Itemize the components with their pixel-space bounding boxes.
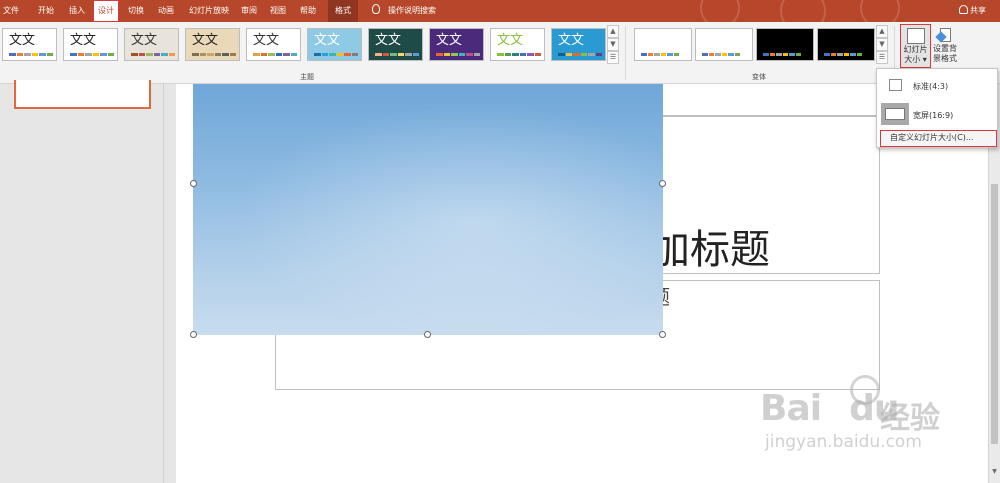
theme-color-swatches (131, 53, 175, 56)
theme-sample-text: 文文 (497, 33, 524, 48)
format-background-button[interactable]: 设置背 景格式 (931, 24, 959, 68)
menu-tab[interactable]: 文件 (0, 0, 22, 22)
theme-color-swatches (436, 53, 480, 56)
theme-color-swatches (70, 53, 114, 56)
theme-color-swatches (497, 53, 541, 56)
gallery-scroll-up-icon[interactable]: ▲ (607, 25, 619, 38)
tell-me-search[interactable]: 操作说明搜索 (372, 0, 436, 22)
theme-thumbnail[interactable]: 文文 (307, 28, 362, 61)
menu-tab[interactable]: 设计 (93, 0, 119, 22)
person-icon (959, 5, 968, 14)
theme-thumbnail[interactable]: 文文 (246, 28, 301, 61)
slide-size-dropdown: 标准(4:3) 宽屏(16:9) 自定义幻灯片大小(C)... (876, 68, 998, 148)
theme-color-swatches (192, 53, 236, 56)
variants-group-label: 变体 (752, 73, 766, 81)
theme-sample-text: 文文 (9, 33, 36, 48)
theme-thumbnail[interactable]: 文文 (2, 28, 57, 61)
menu-tab[interactable]: 幻灯片放映 (183, 0, 235, 22)
variant-scroll-down-icon[interactable]: ▼ (876, 38, 888, 51)
theme-color-swatches (375, 53, 419, 56)
format-background-label: 设置背 (933, 44, 957, 53)
theme-sample-text: 文文 (558, 33, 585, 48)
scroll-down-icon[interactable]: ▼ (990, 467, 999, 476)
share-button[interactable]: 共享 (959, 0, 986, 22)
gallery-more-icon[interactable]: ☰ (607, 51, 619, 64)
slide-size-label: 幻灯片 (903, 45, 928, 54)
menu-tab[interactable]: 审阅 (236, 0, 262, 22)
menu-tab[interactable]: 插入 (62, 0, 92, 22)
gallery-scroll-down-icon[interactable]: ▼ (607, 38, 619, 51)
scrollbar-thumb[interactable] (991, 184, 998, 444)
slide-size-label-2: 大小 ▾ (904, 55, 927, 64)
theme-sample-text: 文文 (70, 33, 97, 48)
widescreen-ratio-icon (881, 103, 909, 125)
standard-size-option[interactable]: 标准(4:3) (877, 77, 997, 97)
variant-thumbnail[interactable] (756, 28, 814, 61)
title-text: 加标题 (650, 227, 770, 273)
watermark-url: jingyan.baidu.com (765, 432, 922, 452)
variant-more-icon[interactable]: ☰ (876, 51, 888, 64)
resize-handle[interactable] (190, 180, 197, 187)
widescreen-size-option[interactable]: 宽屏(16:9) (877, 103, 997, 127)
theme-thumbnail[interactable]: 文文 (429, 28, 484, 61)
paw-icon (850, 375, 880, 405)
share-label: 共享 (970, 6, 986, 15)
themes-group-label: 主题 (300, 73, 314, 81)
theme-color-swatches (9, 53, 53, 56)
watermark-brand-part1: Bai (760, 388, 822, 429)
variant-thumbnail[interactable] (695, 28, 753, 61)
variant-color-swatches (641, 53, 679, 56)
theme-color-swatches (253, 53, 297, 56)
format-background-icon (935, 27, 953, 43)
variant-color-swatches (824, 53, 862, 56)
theme-thumbnail[interactable]: 文文 (63, 28, 118, 61)
menu-tab[interactable]: 动画 (153, 0, 179, 22)
resize-handle[interactable] (424, 331, 431, 338)
theme-color-swatches (558, 53, 602, 56)
slide-size-icon (906, 28, 925, 44)
slide-size-button[interactable]: 幻灯片 大小 ▾ (900, 24, 931, 68)
variant-scroll-up-icon[interactable]: ▲ (876, 25, 888, 38)
format-background-label-2: 景格式 (933, 54, 957, 63)
slide-thumbnail-pane (0, 80, 164, 483)
theme-thumbnail[interactable]: 文文 (490, 28, 545, 61)
menu-tab[interactable]: 帮助 (295, 0, 321, 22)
custom-slide-size-option[interactable]: 自定义幻灯片大小(C)... (880, 130, 997, 147)
menu-tab[interactable]: 开始 (30, 0, 62, 22)
theme-color-swatches (314, 53, 358, 56)
theme-sample-text: 文文 (192, 33, 219, 48)
variant-color-swatches (763, 53, 801, 56)
menu-bar: 文件 开始 插入 设计 切换 动画 幻灯片放映 审阅 视图 帮助 格式 操作说明搜索 共享 (0, 0, 1000, 34)
group-divider (625, 26, 626, 80)
variant-thumbnail[interactable] (634, 28, 692, 61)
theme-thumbnail[interactable]: 文文 (124, 28, 179, 61)
theme-sample-text: 文文 (436, 33, 463, 48)
theme-sample-text: 文文 (131, 33, 158, 48)
theme-thumbnail[interactable]: 文文 (368, 28, 423, 61)
resize-handle[interactable] (659, 331, 666, 338)
watermark-brand-cn: 经验 (880, 401, 940, 436)
menu-tab[interactable]: 格式 (328, 0, 358, 22)
variant-color-swatches (702, 53, 740, 56)
widescreen-size-label: 宽屏(16:9) (913, 111, 954, 120)
ribbon: 文文 文文 文文 文文 文文 文文 文文 文文 文文 文文 ▲ ▼ ☰ 主题 ▲ ▼ ☰ 变体 幻… (0, 22, 1000, 84)
theme-sample-text: 文文 (253, 33, 280, 48)
theme-sample-text: 文文 (375, 33, 402, 48)
theme-sample-text: 文文 (314, 33, 341, 48)
standard-ratio-icon (889, 79, 902, 91)
slide-thumbnail[interactable] (14, 80, 151, 109)
menu-tab[interactable]: 视图 (264, 0, 292, 22)
lightbulb-icon (372, 4, 380, 14)
resize-handle[interactable] (659, 180, 666, 187)
theme-thumbnail[interactable]: 文文 (185, 28, 240, 61)
resize-handle[interactable] (190, 331, 197, 338)
tell-me-label: 操作说明搜索 (388, 6, 436, 15)
theme-thumbnail[interactable]: 文文 (551, 28, 606, 61)
selected-picture[interactable] (193, 84, 663, 335)
standard-size-label: 标准(4:3) (913, 82, 949, 91)
menu-tab[interactable]: 切换 (122, 0, 150, 22)
variant-thumbnail[interactable] (817, 28, 875, 61)
